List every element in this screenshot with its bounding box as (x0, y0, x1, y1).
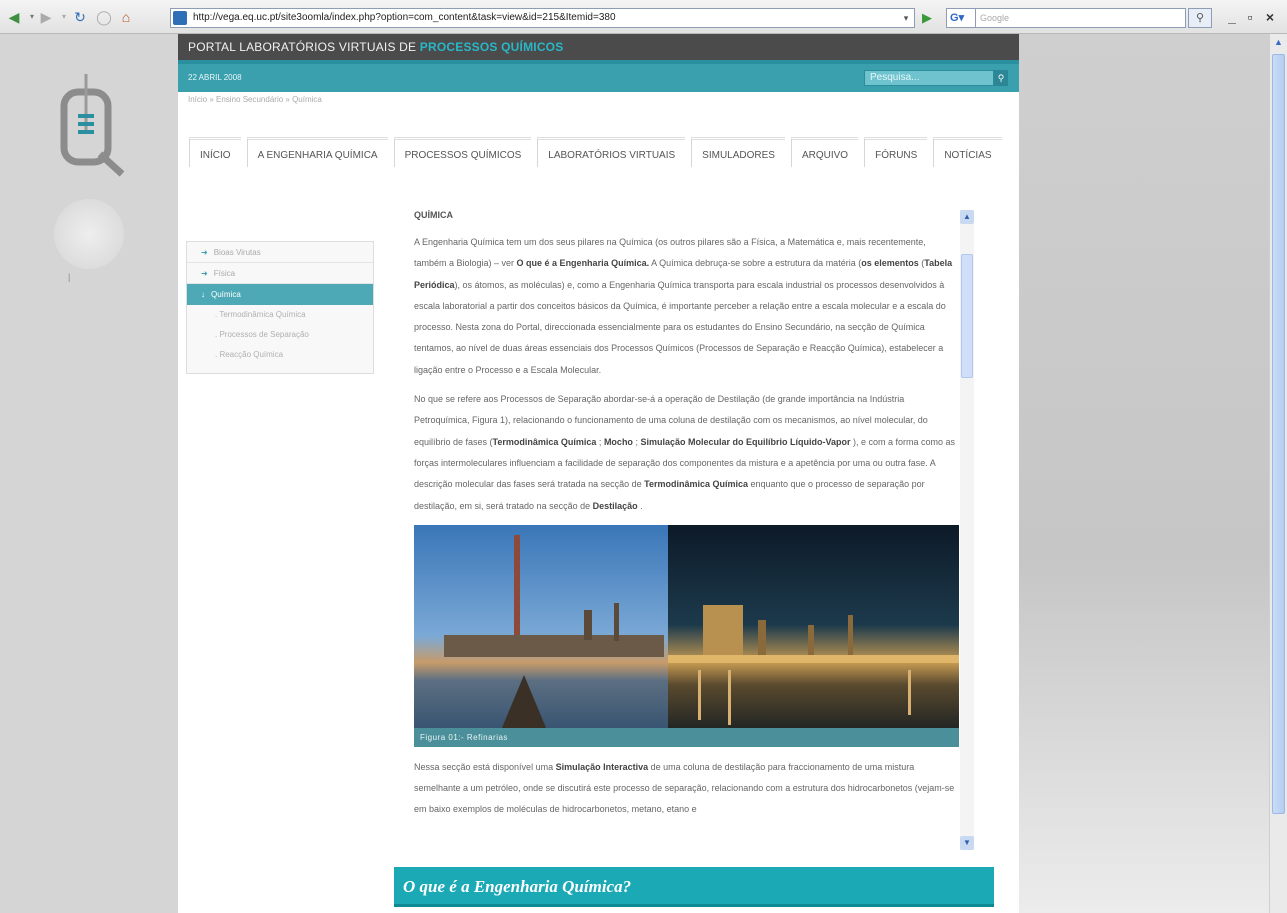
figure-caption: Figura 01:- Refinarias (414, 727, 959, 747)
refinery-day-image (414, 524, 668, 747)
arrow-right-icon: ➜ (201, 269, 208, 278)
scroll-up-icon[interactable]: ▲ (1272, 36, 1285, 49)
scroll-up-icon[interactable]: ▲ (960, 210, 974, 224)
forward-dropdown-icon[interactable]: ▾ (56, 9, 72, 25)
side-subitem-label: Termodinâmica Química (219, 310, 306, 319)
text-span: . (637, 500, 643, 511)
site-search-input[interactable]: Pesquisa... (864, 70, 994, 86)
arrow-down-icon: ↓ (201, 290, 205, 299)
breadcrumb[interactable]: Início » Ensino Secundário » Química (188, 95, 322, 104)
paragraph-simulacao: Nessa secção está disponível uma Simulaç… (414, 757, 959, 821)
back-icon[interactable]: ◀ (6, 9, 22, 25)
portal-title[interactable]: PORTAL LABORATÓRIOS VIRTUAIS DE PROCESSO… (188, 40, 563, 54)
refinery-day-silhouette (444, 534, 664, 747)
menu-item-foruns[interactable]: FÓRUNS (864, 137, 928, 167)
side-item-label: Física (213, 269, 236, 278)
forward-icon[interactable]: ▶ (38, 9, 54, 25)
home-icon[interactable]: ⌂ (118, 9, 134, 25)
scroll-thumb[interactable] (961, 254, 973, 378)
background-panel (1018, 34, 1269, 913)
menu-item-noticias[interactable]: NOTÍCIAS (933, 137, 1002, 167)
link-os-elementos[interactable]: os elementos (861, 258, 919, 268)
menu-item-inicio[interactable]: INÍCIO (189, 137, 241, 167)
decorative-mark: | (68, 272, 71, 282)
side-subitem-processos-separacao[interactable]: . Processos de Separação (187, 325, 373, 345)
article-content: QUÍMICA A Engenharia Química tem um dos … (414, 210, 959, 850)
close-icon[interactable]: × (1262, 9, 1278, 25)
side-item-bioas-virutas[interactable]: ➜ Bioas Virutas (187, 242, 373, 263)
address-bar[interactable]: http://vega.eq.uc.pt/site3oomla/index.ph… (170, 8, 915, 28)
stop-icon[interactable]: ◯ (96, 9, 112, 25)
browser-search-input[interactable]: Google (976, 8, 1186, 28)
side-subitem-label: Processos de Separação (219, 330, 309, 339)
browser-toolbar: ◀ ▾ ▶ ▾ ↻ ◯ ⌂ http://vega.eq.uc.pt/site3… (0, 0, 1287, 34)
menu-item-simuladores[interactable]: SIMULADORES (691, 137, 785, 167)
paragraph-intro: A Engenharia Química tem um dos seus pil… (414, 232, 959, 381)
browser-scrollbar[interactable]: ▲ (1269, 34, 1287, 913)
text-span: ), os átomos, as moléculas) e, como a En… (414, 279, 946, 375)
link-destilacao[interactable]: Destilação (593, 501, 638, 511)
page-title: QUÍMICA (414, 210, 453, 220)
side-subitem-label: Reacção Química (219, 350, 284, 359)
menu-item-processos-quimicos[interactable]: PROCESSOS QUÍMICOS (393, 137, 532, 167)
site-frame: PORTAL LABORATÓRIOS VIRTUAIS DE PROCESSO… (178, 34, 1019, 913)
minimize-icon[interactable]: _ (1224, 9, 1240, 25)
reload-icon[interactable]: ↻ (72, 9, 88, 25)
link-simulacao-molecular[interactable]: Simulação Molecular do Equilíbrio Líquid… (640, 437, 850, 447)
search-engine-label: G (950, 12, 959, 24)
refinery-figure: Figura 01:- Refinarias (414, 524, 959, 747)
side-subitem-reaccao-quimica[interactable]: . Reacção Química (187, 345, 373, 365)
refinery-night-silhouette (668, 604, 959, 725)
restore-icon[interactable]: ▫ (1242, 9, 1258, 25)
link-mocho[interactable]: Mocho (604, 437, 633, 447)
text-span: ; (596, 436, 604, 447)
side-item-fisica[interactable]: ➜ Física (187, 263, 373, 284)
portal-title-prefix: PORTAL LABORATÓRIOS VIRTUAIS DE (188, 40, 420, 54)
portal-logo (60, 74, 125, 177)
search-engine-selector[interactable]: G▾ (946, 8, 976, 28)
go-icon[interactable]: ▶ (919, 9, 935, 27)
favicon-icon (173, 11, 187, 25)
portal-title-accent: PROCESSOS QUÍMICOS (419, 40, 564, 54)
arrow-right-icon: ➜ (201, 248, 208, 257)
side-menu: ➜ Bioas Virutas ➜ Física ↓ Química . Termod… (186, 241, 374, 374)
portal-header: PORTAL LABORATÓRIOS VIRTUAIS DE PROCESSO… (178, 34, 1019, 60)
scroll-thumb[interactable] (1272, 54, 1285, 814)
side-item-label: Bioas Virutas (213, 248, 261, 257)
page-canvas: | PORTAL LABORATÓRIOS VIRTUAIS DE PROCES… (0, 34, 1269, 913)
logo-reflection (54, 199, 124, 269)
side-item-label: Química (211, 290, 241, 299)
text-span: Nessa secção está disponível uma (414, 761, 556, 772)
link-termodinamica[interactable]: Termodinâmica Química (493, 437, 597, 447)
date-bar: 22 ABRIL 2008 Pesquisa... ⚲ (178, 64, 1019, 92)
content-scrollbar[interactable]: ▲ ▼ (960, 210, 974, 850)
search-icon[interactable]: ⚲ (1188, 8, 1212, 28)
menu-item-laboratorios-virtuais[interactable]: LABORATÓRIOS VIRTUAIS (537, 137, 686, 167)
url-text: http://vega.eq.uc.pt/site3oomla/index.ph… (193, 12, 616, 23)
main-menu: INÍCIO A ENGENHARIA QUÍMICA PROCESSOS QU… (189, 137, 1008, 167)
site-search-icon[interactable]: ⚲ (994, 70, 1008, 86)
paragraph-separacao: No que se refere aos Processos de Separa… (414, 389, 959, 517)
engenharia-quimica-banner[interactable]: O que é a Engenharia Química? (394, 867, 994, 907)
menu-item-engenharia-quimica[interactable]: A ENGENHARIA QUÍMICA (246, 137, 388, 167)
link-simulacao-interactiva[interactable]: Simulação Interactiva (556, 762, 649, 772)
side-item-quimica[interactable]: ↓ Química (187, 284, 373, 305)
url-history-dropdown-icon[interactable]: ▾ (897, 8, 915, 28)
text-span: A Química debruça-se sobre a estrutura d… (649, 258, 862, 269)
link-termodinamica-2[interactable]: Termodinâmica Química (644, 479, 748, 489)
banner-text: O que é a Engenharia Química? (403, 877, 632, 896)
current-date: 22 ABRIL 2008 (188, 73, 242, 82)
link-o-que-e-engenharia[interactable]: O que é a Engenharia Química. (517, 258, 650, 268)
side-subitem-termodinamica[interactable]: . Termodinâmica Química (187, 305, 373, 325)
menu-item-arquivo[interactable]: ARQUIVO (790, 137, 859, 167)
scroll-down-icon[interactable]: ▼ (960, 836, 974, 850)
refinery-night-image (668, 524, 959, 747)
